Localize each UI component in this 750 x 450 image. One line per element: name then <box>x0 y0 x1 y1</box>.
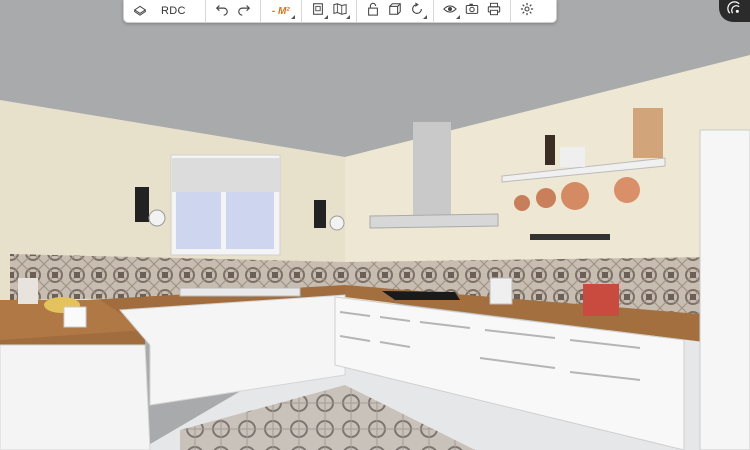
settings-group <box>511 0 543 22</box>
floor-plan-icon <box>133 2 147 21</box>
lock-button[interactable] <box>362 2 384 20</box>
plan-2d-button[interactable] <box>307 2 329 20</box>
print-button[interactable] <box>483 2 505 20</box>
sink <box>179 287 301 297</box>
map-icon <box>333 2 347 21</box>
left-wall-lamp <box>135 187 149 222</box>
viewer-mode-icon <box>727 1 742 21</box>
history-group <box>206 0 261 22</box>
undo-icon <box>215 2 229 21</box>
lock-icon <box>366 2 380 21</box>
eye-icon <box>442 2 457 21</box>
gear-icon <box>520 2 534 21</box>
area-unit-label: - M² <box>271 5 290 17</box>
floor-plan-button[interactable] <box>129 2 151 20</box>
window-glass-right <box>226 192 274 249</box>
camera-icon <box>465 2 479 21</box>
range-hood <box>369 213 499 229</box>
range-hood-chimney <box>413 122 451 217</box>
view-mode-group <box>302 0 357 22</box>
window-blind <box>172 158 280 192</box>
top-toolbar: RDC - M² <box>123 0 557 23</box>
cube-3d-icon <box>388 2 402 21</box>
camera-button[interactable] <box>461 2 483 20</box>
level-group: RDC <box>124 0 206 22</box>
object-tools-group <box>357 0 434 22</box>
print-icon <box>487 2 501 21</box>
unit-group: - M² <box>261 0 302 22</box>
cooktop <box>382 291 460 300</box>
kitchen-3d-viewport[interactable] <box>0 0 750 450</box>
map-button[interactable] <box>329 2 351 20</box>
visibility-button[interactable] <box>439 2 461 20</box>
level-selector[interactable]: RDC <box>151 5 200 17</box>
settings-button[interactable] <box>516 2 538 20</box>
rotate-view-icon <box>410 1 424 21</box>
redo-icon <box>237 2 251 21</box>
undo-button[interactable] <box>211 2 233 20</box>
redo-button[interactable] <box>233 2 255 20</box>
window-glass-left <box>176 192 221 249</box>
output-group <box>434 0 511 22</box>
right-wall-lamp <box>314 200 326 228</box>
plan-2d-icon <box>311 2 325 21</box>
cube-3d-button[interactable] <box>384 2 406 20</box>
refrigerator <box>699 129 750 450</box>
area-unit-button[interactable]: - M² <box>266 2 296 20</box>
peninsula-cabinet <box>0 344 151 450</box>
rotate-view-button[interactable] <box>406 1 428 21</box>
viewer-mode-button[interactable] <box>719 0 750 22</box>
knife-rack <box>530 234 610 240</box>
